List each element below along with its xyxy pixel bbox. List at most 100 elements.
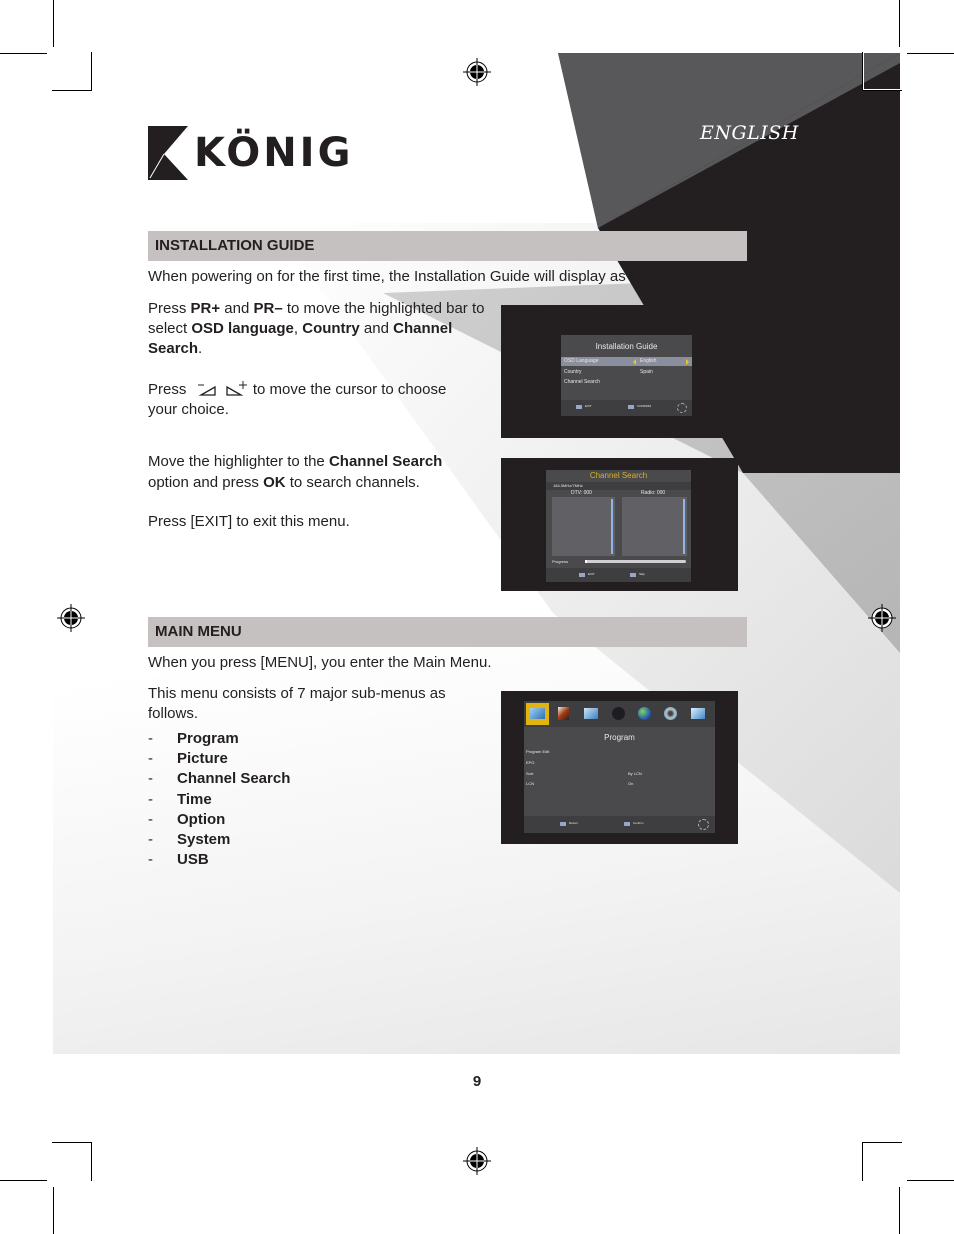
osd-row-value: By LCN	[628, 771, 642, 776]
crop-mark	[0, 1180, 47, 1181]
system-icon[interactable]	[664, 707, 677, 720]
scrollbar	[611, 499, 613, 554]
crop-mark	[53, 0, 54, 47]
osd-row-label: LCN	[526, 781, 535, 786]
osd-footer: EXIT CONFIRM	[561, 400, 692, 416]
crop-mark	[862, 90, 902, 91]
osd-title: Program	[604, 733, 635, 742]
osd-footer: EXIT Skip	[546, 568, 691, 582]
osd-row-label: Program Edit	[526, 749, 550, 754]
crop-mark	[899, 0, 900, 47]
navigation-pad-icon	[698, 819, 709, 830]
installation-para-channel-search: Move the highlighter to the Channel Sear…	[148, 451, 478, 493]
menu-key-icon	[630, 573, 636, 577]
section-header-installation-guide: INSTALLATION GUIDE	[148, 231, 747, 261]
crop-mark	[91, 52, 92, 91]
registration-mark-icon	[868, 604, 896, 632]
list-item: - Program	[148, 729, 290, 749]
progress-bar	[585, 560, 686, 563]
radio-list-box	[622, 497, 687, 556]
section-header-main-menu: MAIN MENU	[148, 617, 747, 647]
osd-row-label: EPG	[526, 760, 535, 765]
language-label: ENGLISH	[700, 122, 799, 144]
osd-row-label: Country	[564, 369, 582, 375]
crop-mark	[862, 1142, 902, 1143]
text: and	[359, 320, 394, 337]
crop-mark	[52, 1142, 92, 1143]
text: ,	[293, 320, 303, 337]
progress-fill	[585, 560, 588, 563]
text: Press	[148, 300, 191, 317]
osd-panel: Program Program Edit EPG Sort By LCN LCN…	[524, 701, 715, 833]
osd-row-value: On	[628, 781, 634, 786]
term-country: Country	[302, 320, 360, 337]
osd-row-label: Channel Search	[564, 379, 600, 385]
picture-icon[interactable]	[558, 707, 569, 720]
osd-title: Installation Guide	[595, 342, 658, 351]
text: to move the cursor to choose your choice…	[148, 381, 447, 418]
submenu-system: System	[177, 831, 231, 849]
navigation-pad-icon	[677, 403, 687, 413]
page-background	[53, 53, 900, 1054]
text: option and press	[148, 474, 264, 491]
installation-intro: When powering on for the first time, the…	[148, 268, 673, 285]
list-item: - Option	[148, 810, 290, 830]
logo-mark-icon	[148, 126, 188, 180]
registration-mark-icon	[57, 604, 85, 632]
registration-mark-icon	[463, 58, 491, 86]
ok-key-icon	[624, 822, 630, 826]
list-item: - USB	[148, 850, 290, 870]
progress-label: Progress	[552, 559, 569, 564]
submenu-usb: USB	[177, 851, 209, 869]
crop-mark	[907, 1180, 954, 1181]
program-icon[interactable]	[530, 708, 545, 719]
installation-para-exit: Press [EXIT] to exit this menu.	[148, 513, 350, 530]
usb-icon[interactable]	[691, 708, 705, 719]
text: and	[220, 300, 254, 317]
submenu-program: Program	[177, 730, 239, 747]
key-pr-plus: PR+	[190, 300, 221, 317]
installation-para-volume-keys: Press to move the cursor to choose your …	[148, 380, 468, 420]
osd-panel: Installation Guide OSD Language English …	[561, 335, 692, 416]
crop-mark	[862, 1142, 863, 1181]
option-icon[interactable]	[638, 707, 651, 720]
term-osd-language: OSD language	[191, 320, 294, 337]
installation-para-pr-keys: Press PR+ and PR– to move the highlighte…	[148, 299, 488, 359]
crop-mark	[907, 53, 954, 54]
osd-footer-label: EXIT	[588, 572, 595, 576]
radio-count: Radio: 000	[641, 490, 666, 496]
ok-key-icon	[628, 405, 634, 409]
volume-up-icon	[226, 381, 247, 396]
text: to search channels.	[285, 474, 420, 491]
corner-frame	[862, 53, 900, 91]
screenshot-installation-guide: Installation Guide OSD Language English …	[501, 305, 738, 438]
arrow-right-icon	[686, 359, 689, 365]
osd-row-label: Sort	[526, 771, 534, 776]
volume-down-icon	[197, 384, 216, 396]
exit-key-icon	[579, 573, 585, 577]
dtv-list-box	[552, 497, 615, 556]
exit-key-icon	[560, 822, 566, 826]
scrollbar	[683, 499, 685, 554]
osd-footer-label: Skip	[639, 572, 645, 576]
registration-mark-icon	[463, 1147, 491, 1175]
time-icon[interactable]	[612, 707, 625, 720]
key-pr-minus: PR–	[253, 300, 283, 317]
crop-mark	[91, 1142, 92, 1181]
screenshot-channel-search: Channel Search 184.5MHz/7MHz DTV: 000 Ra…	[501, 458, 738, 591]
frequency-label: 184.5MHz/7MHz	[553, 483, 583, 488]
submenu-option: Option	[177, 810, 226, 828]
text: Press	[148, 381, 187, 398]
osd-panel: Channel Search 184.5MHz/7MHz DTV: 000 Ra…	[546, 470, 691, 582]
crop-mark	[862, 52, 863, 91]
submenu-time: Time	[177, 790, 212, 808]
crop-mark	[899, 1187, 900, 1234]
osd-footer: Return Confirm	[524, 816, 715, 833]
osd-row-value: Spain	[640, 369, 653, 375]
channel-search-icon[interactable]	[584, 708, 598, 719]
arrow-left-icon	[633, 359, 636, 365]
brand-name: KÖNIG	[194, 130, 354, 176]
osd-footer-label: Confirm	[633, 821, 644, 825]
exit-key-icon	[576, 405, 582, 409]
list-item: - Picture	[148, 749, 290, 769]
